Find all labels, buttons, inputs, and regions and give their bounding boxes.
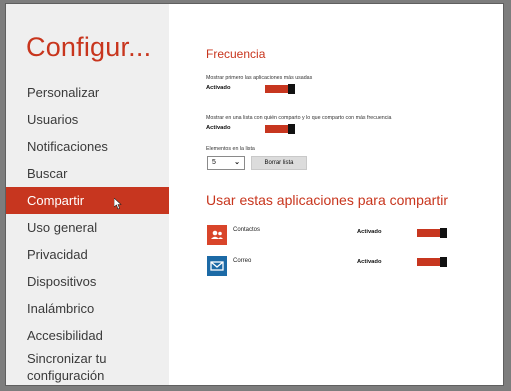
share-list-toggle[interactable]: [265, 124, 295, 134]
apps-title: Usar estas aplicaciones para compartir: [206, 192, 448, 208]
app-correo-status: Activado: [357, 259, 382, 265]
elements-label: Elementos en la lista: [206, 146, 255, 152]
page-title: Configur...: [26, 32, 152, 62]
elements-select-value: 5: [212, 159, 216, 166]
most-used-toggle[interactable]: [265, 84, 295, 94]
sidebar-item-privacidad[interactable]: Privacidad: [6, 241, 169, 268]
mail-icon: [207, 256, 227, 276]
sidebar-item-sincronizar[interactable]: Sincronizar tu configuración: [6, 346, 116, 384]
toggle-thumb: [440, 228, 447, 238]
setting-most-used-status: Activado: [206, 85, 231, 91]
toggle-thumb: [440, 257, 447, 267]
app-contactos-label: Contactos: [233, 227, 261, 233]
settings-sidebar: Configur... Personalizar Usuarios Notifi…: [6, 4, 169, 385]
chevron-down-icon: ⌄: [234, 159, 240, 166]
sidebar-item-buscar[interactable]: Buscar: [6, 160, 169, 187]
settings-window: Configur... Personalizar Usuarios Notifi…: [6, 4, 503, 385]
sidebar-item-uso-general[interactable]: Uso general: [6, 214, 169, 241]
people-icon: [207, 225, 227, 245]
sidebar-item-dispositivos[interactable]: Dispositivos: [6, 268, 169, 295]
sidebar-item-usuarios[interactable]: Usuarios: [6, 106, 169, 133]
app-correo-label: Correo: [233, 258, 252, 264]
sidebar-item-personalizar[interactable]: Personalizar: [6, 79, 169, 106]
elements-select[interactable]: 5 ⌄: [207, 156, 245, 170]
setting-most-used-label: Mostrar primero las aplicaciones más usa…: [206, 75, 313, 81]
correo-toggle[interactable]: [417, 257, 447, 267]
settings-content: Frecuencia Mostrar primero las aplicacio…: [169, 4, 503, 385]
clear-list-button[interactable]: Borrar lista: [251, 156, 307, 170]
app-contactos-status: Activado: [357, 229, 382, 235]
setting-share-list-status: Activado: [206, 125, 231, 131]
sidebar-item-inalambrico[interactable]: Inalámbrico: [6, 295, 169, 322]
sidebar-item-accesibilidad[interactable]: Accesibilidad: [6, 322, 169, 349]
sidebar-item-notificaciones[interactable]: Notificaciones: [6, 133, 169, 160]
toggle-thumb: [288, 84, 295, 94]
mouse-cursor-icon: [114, 198, 122, 210]
setting-share-list-label: Mostrar en una lista con quién comparto …: [206, 115, 392, 121]
frecuencia-title: Frecuencia: [206, 47, 266, 61]
sidebar-item-compartir[interactable]: Compartir: [6, 187, 169, 214]
toggle-thumb: [288, 124, 295, 134]
contactos-toggle[interactable]: [417, 228, 447, 238]
